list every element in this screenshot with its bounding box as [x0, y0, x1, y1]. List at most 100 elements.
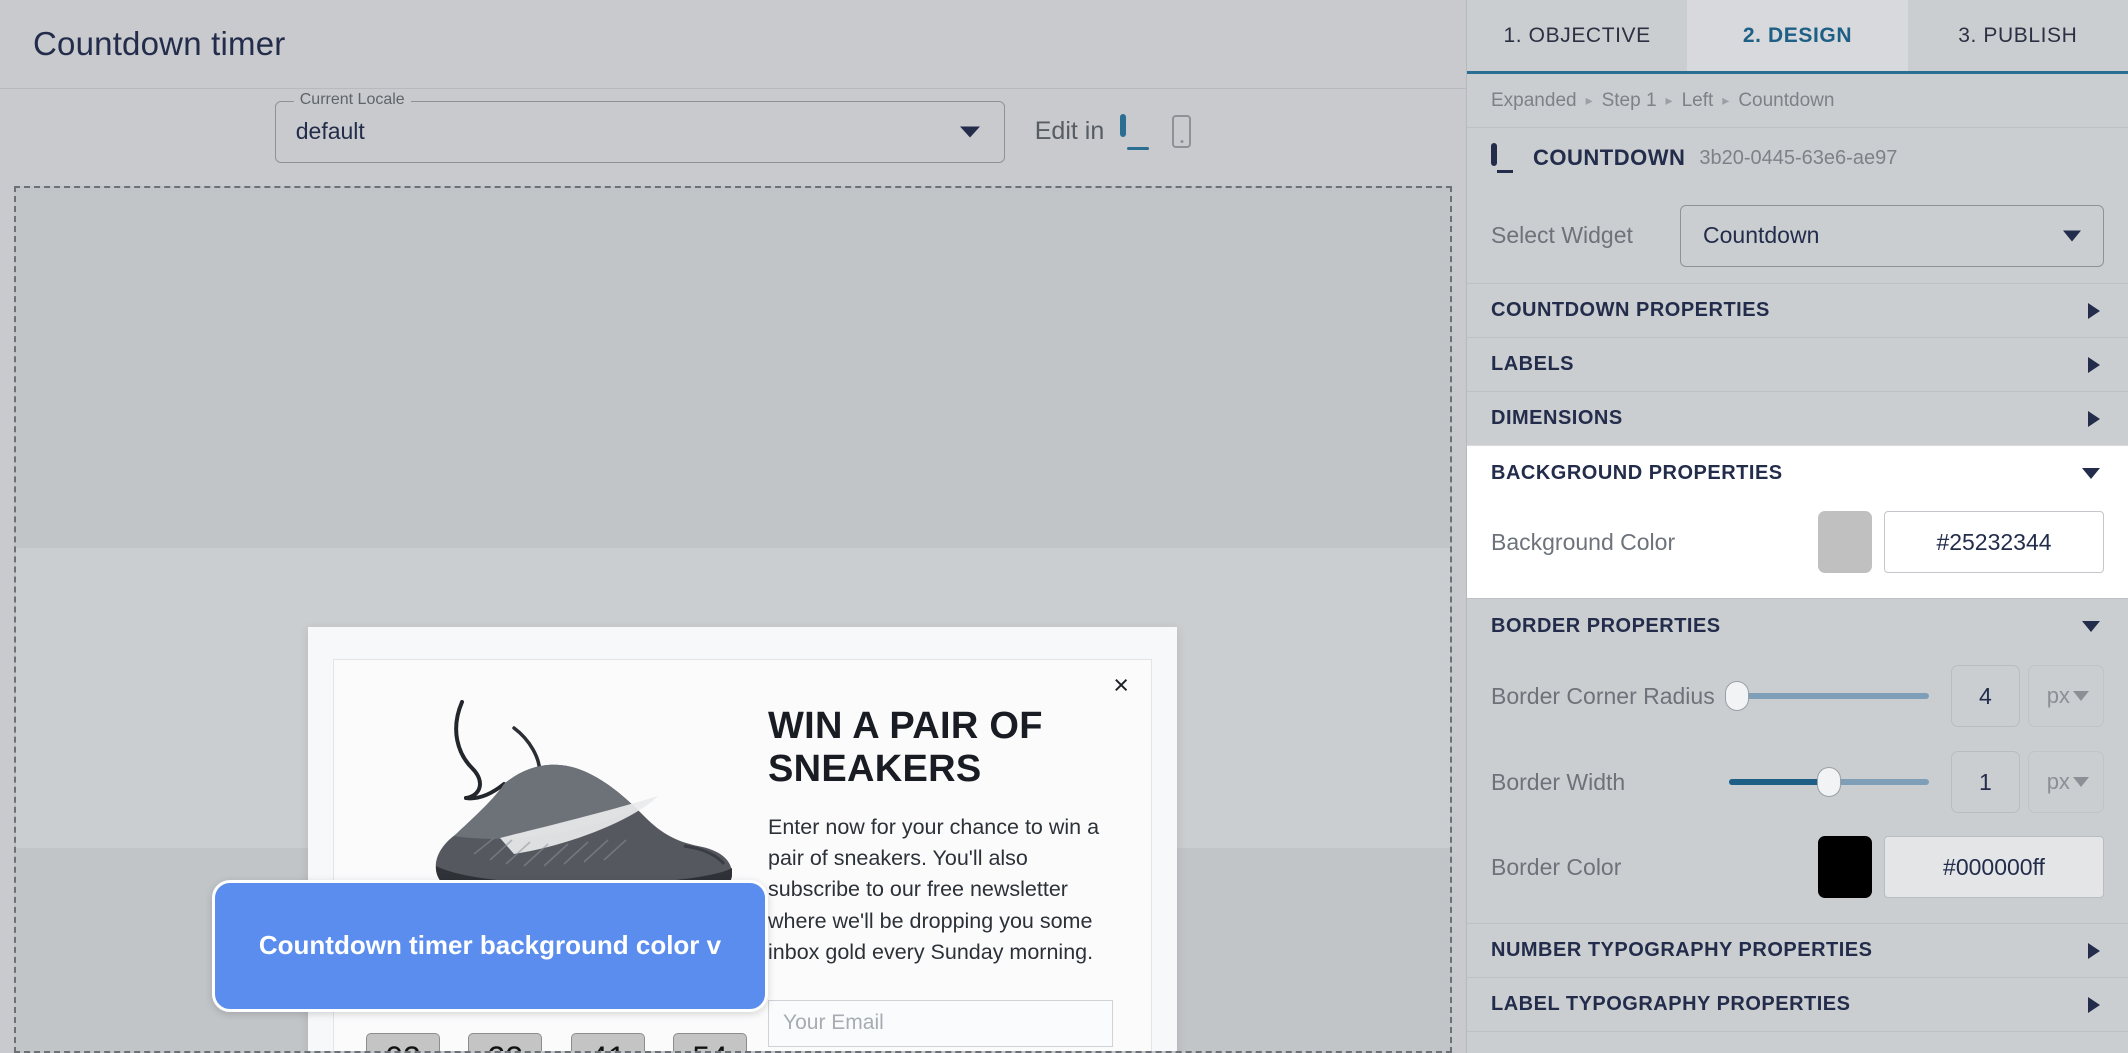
section-number-typography-properties[interactable]: NUMBER TYPOGRAPHY PROPERTIES	[1467, 924, 2128, 978]
promo-headline: WIN A PAIR OF SNEAKERS	[768, 705, 1043, 790]
border-width-input[interactable]: 1	[1951, 751, 2020, 813]
section-title: NUMBER TYPOGRAPHY PROPERTIES	[1491, 939, 1873, 961]
breadcrumb-separator-icon: ▸	[1585, 92, 1593, 108]
chevron-right-icon	[2088, 302, 2100, 319]
countdown-value: 54	[692, 1042, 728, 1052]
selection-tooltip-label: Countdown timer background color v	[258, 930, 722, 961]
chevron-right-icon	[2088, 356, 2100, 373]
edit-in-group: Edit in	[1034, 113, 1192, 150]
property-sections: COUNTDOWN PROPERTIES LABELS DIMENSIONS B…	[1467, 284, 2128, 1053]
section-dimensions[interactable]: DIMENSIONS	[1467, 392, 2128, 446]
widget-name: COUNTDOWN	[1533, 145, 1686, 170]
widget-header: COUNTDOWN 3b20-0445-63e6-ae97	[1467, 128, 2128, 188]
widget-id: 3b20-0445-63e6-ae97	[1699, 146, 1898, 169]
mobile-view-button[interactable]	[1172, 115, 1192, 148]
border-corner-radius-input[interactable]: 4	[1951, 665, 2020, 727]
background-color-row: Background Color #25232344	[1491, 500, 2104, 584]
breadcrumb-item-countdown[interactable]: Countdown	[1738, 90, 1834, 112]
unit-value: px	[2046, 769, 2070, 794]
border-color-hex-input[interactable]: #000000ff	[1884, 836, 2104, 898]
section-border-properties-panel: BORDER PROPERTIES Border Corner Radius 4	[1467, 599, 2128, 923]
phone-icon	[1172, 115, 1192, 148]
canvas-toolbar: Current Locale default Edit in	[0, 89, 1466, 174]
breadcrumb: Expanded ▸ Step 1 ▸ Left ▸ Countdown	[1467, 74, 2128, 128]
slider-thumb[interactable]	[1817, 767, 1841, 797]
canvas-wrap: × WIN A PAIR OF SNEAKERS Enter now for y…	[0, 174, 1466, 1053]
border-color-row: Border Color #000000ff	[1491, 825, 2104, 909]
tab-publish[interactable]: 3. PUBLISH	[1908, 0, 2128, 71]
design-canvas[interactable]: × WIN A PAIR OF SNEAKERS Enter now for y…	[14, 186, 1452, 1053]
chevron-down-icon	[2082, 620, 2100, 632]
app-root: Countdown timer Current Locale default E…	[0, 0, 2128, 1053]
monitor-icon	[1491, 142, 1519, 173]
app-header: Countdown timer	[0, 0, 1466, 89]
section-border-properties[interactable]: BORDER PROPERTIES	[1467, 599, 2128, 653]
background-color-label: Background Color	[1491, 528, 1676, 555]
unit-value: px	[2046, 683, 2070, 708]
breadcrumb-separator-icon: ▸	[1665, 92, 1673, 108]
chevron-down-icon	[2063, 230, 2081, 241]
breadcrumb-item-expanded[interactable]: Expanded	[1491, 90, 1577, 112]
breadcrumb-item-step1[interactable]: Step 1	[1602, 90, 1657, 112]
section-labels[interactable]: LABELS	[1467, 338, 2128, 392]
page-title: Countdown timer	[33, 25, 286, 62]
email-field[interactable]: Your Email	[768, 999, 1113, 1047]
locale-value: default	[295, 118, 365, 144]
edit-in-label: Edit in	[1034, 117, 1105, 145]
select-widget-dropdown[interactable]: Countdown	[1680, 204, 2104, 267]
slider-thumb[interactable]	[1725, 681, 1749, 711]
border-properties-body: Border Corner Radius 4 px Border Width 1…	[1467, 653, 2128, 923]
editor-canvas-pane: Countdown timer Current Locale default E…	[0, 0, 1466, 1053]
chevron-down-icon	[959, 126, 980, 137]
section-title: BORDER PROPERTIES	[1491, 614, 1721, 637]
monitor-icon	[1120, 113, 1156, 150]
section-background-properties-panel: BACKGROUND PROPERTIES Background Color #…	[1467, 446, 2128, 598]
border-color-swatch[interactable]	[1818, 836, 1872, 898]
border-width-label: Border Width	[1491, 768, 1626, 795]
countdown-unit-mins: 41 mins	[570, 1033, 645, 1052]
border-corner-radius-slider[interactable]	[1725, 681, 1929, 711]
chevron-down-icon	[2073, 691, 2089, 701]
desktop-view-button[interactable]	[1120, 113, 1156, 150]
tab-objective[interactable]: 1. OBJECTIVE	[1467, 0, 1687, 71]
section-title: LABELS	[1491, 353, 1574, 375]
countdown-timer: 03 days : 23 hours : 41	[366, 1033, 748, 1052]
locale-legend: Current Locale	[293, 90, 411, 109]
selection-tooltip[interactable]: Countdown timer background color v	[212, 880, 768, 1012]
close-icon[interactable]: ×	[1113, 672, 1129, 699]
chevron-right-icon	[2088, 996, 2100, 1013]
border-corner-radius-row: Border Corner Radius 4 px	[1491, 653, 2104, 739]
countdown-value: 03	[385, 1042, 421, 1052]
border-corner-radius-label: Border Corner Radius	[1491, 682, 1715, 709]
background-properties-body: Background Color #25232344	[1467, 500, 2128, 598]
promo-body: Enter now for your chance to win a pair …	[768, 815, 1100, 964]
section-background-properties[interactable]: BACKGROUND PROPERTIES	[1467, 446, 2128, 500]
countdown-value: 23	[488, 1042, 524, 1052]
background-color-swatch[interactable]	[1818, 511, 1872, 573]
border-width-row: Border Width 1 px	[1491, 739, 2104, 825]
border-corner-radius-unit[interactable]: px	[2027, 665, 2104, 727]
slider-track	[1729, 693, 1929, 699]
popup-text-column: WIN A PAIR OF SNEAKERS Enter now for you…	[768, 660, 1151, 1051]
border-width-unit[interactable]: px	[2027, 751, 2104, 813]
section-label-typography-properties[interactable]: LABEL TYPOGRAPHY PROPERTIES	[1467, 978, 2128, 1032]
border-width-slider[interactable]	[1729, 767, 1929, 797]
locale-select[interactable]: Current Locale default	[274, 90, 1005, 163]
breadcrumb-item-left[interactable]: Left	[1682, 90, 1714, 112]
countdown-unit-hours: 23 hours	[468, 1033, 543, 1052]
properties-panel: 1. OBJECTIVE 2. DESIGN 3. PUBLISH Expand…	[1466, 0, 2128, 1053]
countdown-value: 41	[590, 1042, 626, 1052]
section-title: COUNTDOWN PROPERTIES	[1491, 299, 1770, 321]
section-title: BACKGROUND PROPERTIES	[1491, 461, 1783, 484]
section-countdown-properties[interactable]: COUNTDOWN PROPERTIES	[1467, 284, 2128, 338]
chevron-right-icon	[2088, 410, 2100, 427]
countdown-unit-days: 03 days	[366, 1033, 440, 1052]
section-title: LABEL TYPOGRAPHY PROPERTIES	[1491, 993, 1851, 1015]
breadcrumb-separator-icon: ▸	[1722, 92, 1730, 108]
select-widget-label: Select Widget	[1491, 222, 1633, 248]
background-color-hex-input[interactable]: #25232344	[1884, 511, 2104, 573]
tab-design[interactable]: 2. DESIGN	[1687, 0, 1908, 71]
chevron-right-icon	[2088, 942, 2100, 959]
select-widget-value: Countdown	[1703, 222, 1820, 248]
border-color-label: Border Color	[1491, 853, 1622, 880]
